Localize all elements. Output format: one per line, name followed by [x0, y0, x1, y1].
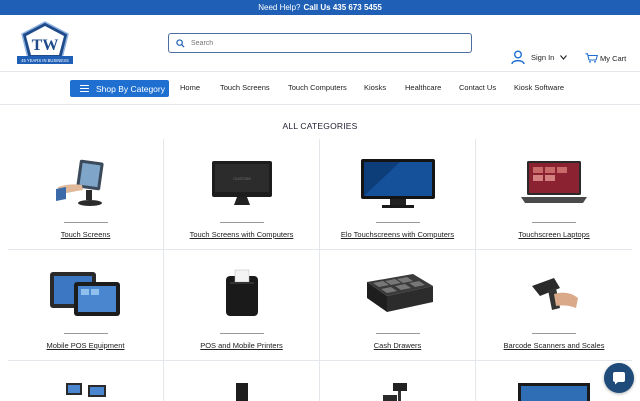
sign-in-label: Sign In [531, 53, 555, 62]
product-image [320, 381, 475, 401]
svg-text:TW: TW [32, 37, 59, 54]
divider [220, 222, 264, 223]
site-header: TW 45 YEARS IN BUSINESS Sign In My Cart [0, 15, 640, 72]
category-link[interactable]: POS and Mobile Printers [164, 341, 319, 350]
category-card[interactable]: Elo Touchscreens with Computers [320, 139, 476, 249]
phone-link[interactable]: Call Us 435 673 5455 [303, 3, 381, 12]
category-card[interactable]: Cash Drawers [320, 250, 476, 360]
cash-drawer-image [320, 266, 475, 322]
nav-link-healthcare[interactable]: Healthcare [405, 83, 441, 92]
hamburger-icon [80, 85, 89, 92]
category-row: Mobile POS Equipment POS and Mobile Prin… [8, 250, 632, 361]
category-card[interactable] [320, 361, 476, 401]
product-image [8, 381, 163, 401]
divider [376, 333, 420, 334]
category-link[interactable]: Touch Screens with Computers [164, 230, 319, 239]
elo-touchscreen-image [320, 155, 475, 211]
site-logo[interactable]: TW 45 YEARS IN BUSINESS [16, 20, 74, 66]
page-title: ALL CATEGORIES [282, 121, 358, 131]
category-link[interactable]: Mobile POS Equipment [8, 341, 163, 350]
divider [376, 222, 420, 223]
user-icon [511, 50, 525, 65]
nav-link-touch-computers[interactable]: Touch Computers [288, 83, 347, 92]
touch-screen-computer-image: CUSTOM [164, 155, 319, 211]
divider [64, 333, 108, 334]
divider [220, 333, 264, 334]
category-link[interactable]: Elo Touchscreens with Computers [320, 230, 475, 239]
category-link[interactable]: Touchscreen Laptops [476, 230, 632, 239]
category-card[interactable]: POS and Mobile Printers [164, 250, 320, 360]
category-link[interactable]: Barcode Scanners and Scales [476, 341, 632, 350]
category-link[interactable]: Touch Screens [8, 230, 163, 239]
printer-image [164, 266, 319, 322]
category-row [8, 361, 632, 401]
touch-screen-image [8, 155, 163, 211]
category-card[interactable]: Touchscreen Laptops [476, 139, 632, 249]
main-nav: Shop By Category Home Touch Screens Touc… [0, 72, 640, 105]
laptop-image [476, 155, 632, 211]
svg-text:CUSTOM: CUSTOM [233, 176, 250, 181]
cart-label: My Cart [600, 53, 627, 63]
category-link[interactable]: Cash Drawers [320, 341, 475, 350]
chevron-down-icon [560, 55, 568, 60]
chat-button[interactable] [604, 363, 634, 393]
shop-by-category-button[interactable]: Shop By Category [70, 80, 169, 97]
product-image [164, 381, 319, 401]
search-input[interactable] [191, 39, 451, 47]
search-bar[interactable] [168, 33, 472, 53]
barcode-scanner-image [476, 266, 632, 322]
top-announcement-bar: Need Help? Call Us 435 673 5455 [0, 0, 640, 15]
category-card[interactable] [164, 361, 320, 401]
category-grid: Touch Screens CUSTOM Touch Screens with … [8, 139, 632, 401]
divider [532, 222, 576, 223]
category-card[interactable]: CUSTOM Touch Screens with Computers [164, 139, 320, 249]
nav-link-home[interactable]: Home [180, 83, 200, 92]
category-card[interactable]: Touch Screens [8, 139, 164, 249]
category-card[interactable]: Barcode Scanners and Scales [476, 250, 632, 360]
category-card[interactable]: Mobile POS Equipment [8, 250, 164, 360]
chat-icon [613, 372, 625, 385]
help-text: Need Help? [258, 3, 301, 12]
divider [532, 333, 576, 334]
divider [64, 222, 108, 223]
nav-link-touch-screens[interactable]: Touch Screens [220, 83, 270, 92]
mobile-pos-image [8, 266, 163, 322]
cart-link[interactable]: My Cart [585, 53, 626, 63]
nav-link-contact-us[interactable]: Contact Us [459, 83, 496, 92]
svg-text:45 YEARS IN BUSINESS: 45 YEARS IN BUSINESS [21, 58, 69, 63]
search-icon [176, 38, 185, 48]
sign-in-menu[interactable]: Sign In [511, 50, 568, 65]
category-card[interactable] [8, 361, 164, 401]
cart-icon [585, 53, 598, 63]
nav-link-kiosks[interactable]: Kiosks [364, 83, 386, 92]
nav-link-kiosk-software[interactable]: Kiosk Software [514, 83, 564, 92]
shop-button-label: Shop By Category [96, 83, 165, 94]
category-row: Touch Screens CUSTOM Touch Screens with … [8, 139, 632, 250]
